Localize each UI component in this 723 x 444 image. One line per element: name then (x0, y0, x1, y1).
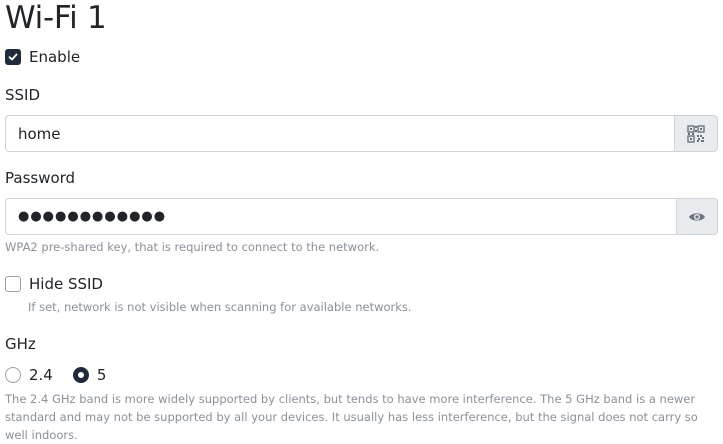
show-password-button[interactable] (676, 198, 718, 235)
ghz-radio-2-4[interactable] (5, 367, 21, 383)
ghz-option-5-label[interactable]: 5 (97, 366, 107, 384)
ssid-qr-button[interactable] (674, 115, 718, 152)
enable-checkbox[interactable] (5, 49, 21, 65)
ghz-radio-group: 2.4 5 (5, 366, 106, 384)
hide-ssid-checkbox-row[interactable]: Hide SSID (5, 275, 103, 293)
password-help-text: WPA2 pre-shared key, that is required to… (5, 240, 380, 254)
hide-ssid-checkbox[interactable] (5, 276, 21, 292)
hide-ssid-label[interactable]: Hide SSID (29, 275, 103, 293)
password-input-group: ●●●●●●●●●●●● (5, 198, 718, 235)
password-value: ●●●●●●●●●●●● (18, 209, 167, 224)
qr-code-icon (687, 124, 705, 143)
enable-checkbox-row[interactable]: Enable (5, 48, 80, 66)
ghz-option-2-4-label[interactable]: 2.4 (29, 366, 53, 384)
enable-label[interactable]: Enable (29, 48, 80, 66)
password-label: Password (5, 169, 76, 187)
ghz-label: GHz (5, 335, 36, 353)
password-input[interactable]: ●●●●●●●●●●●● (5, 198, 676, 235)
ssid-input[interactable]: home (5, 115, 674, 152)
page-title: Wi-Fi 1 (5, 0, 107, 36)
ssid-input-group: home (5, 115, 718, 152)
hide-ssid-help-text: If set, network is not visible when scan… (28, 300, 412, 314)
ghz-help-text: The 2.4 GHz band is more widely supporte… (5, 392, 698, 442)
eye-icon (689, 212, 705, 221)
ghz-radio-5[interactable] (72, 367, 89, 383)
ssid-label: SSID (5, 86, 41, 104)
checkmark-icon (8, 53, 18, 61)
